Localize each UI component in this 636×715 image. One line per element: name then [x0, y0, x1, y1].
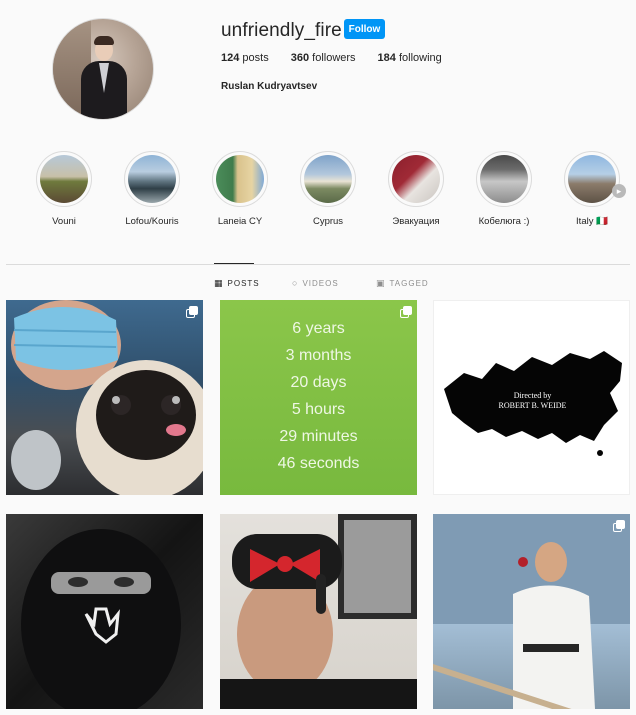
- post-bow-hat-selfie[interactable]: [220, 514, 417, 709]
- highlight-lofou-kouris[interactable]: Lofou/Kouris: [117, 151, 187, 227]
- tag-icon: ▣: [376, 278, 386, 288]
- play-icon: ○: [292, 278, 299, 288]
- post-pug-mask[interactable]: [6, 300, 203, 495]
- highlight-kobelyuga[interactable]: Кобелюга :): [469, 151, 539, 227]
- post-masked-person[interactable]: [6, 514, 203, 709]
- highlight-laneia-cy[interactable]: Laneia CY: [205, 151, 275, 227]
- countdown-line: 46 seconds: [277, 455, 360, 472]
- profile-stats: 124 posts 360 followers 184 following: [221, 52, 464, 64]
- post-image: [220, 514, 417, 709]
- carousel-icon: [613, 520, 625, 532]
- highlight-vouni[interactable]: Vouni: [29, 151, 99, 227]
- highlight-evacuation[interactable]: Эвакуация: [381, 151, 451, 227]
- chevron-right-icon[interactable]: ▸: [612, 184, 626, 198]
- countdown-line: 20 days: [290, 374, 347, 391]
- tab-posts[interactable]: ▦ POSTS: [214, 278, 260, 289]
- post-image: [433, 514, 630, 709]
- countdown-line: 6 years: [292, 320, 345, 337]
- active-tab-indicator: [214, 263, 254, 264]
- followers-stat[interactable]: 360 followers: [291, 52, 356, 64]
- countdown-line: 5 hours: [291, 401, 346, 418]
- follow-button[interactable]: Follow: [344, 19, 385, 39]
- highlight-thumbnail: [480, 155, 528, 203]
- countdown-line: 3 months: [285, 347, 352, 364]
- carousel-icon: [400, 306, 412, 318]
- tab-tagged[interactable]: ▣ TAGGED: [376, 278, 429, 289]
- highlight-thumbnail: [304, 155, 352, 203]
- following-stat[interactable]: 184 following: [378, 52, 442, 64]
- profile-username: unfriendly_fire: [221, 20, 342, 41]
- tab-videos[interactable]: ○ VIDEOS: [292, 278, 339, 288]
- post-russia-map[interactable]: Directed by ROBERT B. WEIDE: [433, 300, 630, 495]
- highlight-thumbnail: [392, 155, 440, 203]
- post-image: [11, 300, 203, 495]
- credit-text: Directed by ROBERT B. WEIDE: [498, 391, 567, 410]
- highlight-thumbnail: [568, 155, 616, 203]
- profile-avatar[interactable]: [52, 18, 154, 120]
- post-wolf-of-wall-street[interactable]: [433, 514, 630, 709]
- grid-icon: ▦: [214, 278, 224, 288]
- profile-full-name: Ruslan Kudryavtsev: [221, 81, 318, 92]
- highlight-thumbnail: [128, 155, 176, 203]
- posts-stat: 124 posts: [221, 52, 269, 64]
- highlight-cyprus[interactable]: Cyprus: [293, 151, 363, 227]
- post-image: [21, 529, 181, 709]
- story-highlights: Vouni Lofou/Kouris Laneia CY Cyprus Эвак…: [0, 151, 636, 231]
- countdown-line: 29 minutes: [279, 428, 358, 445]
- post-countdown[interactable]: 6 years 3 months 20 days 5 hours 29 minu…: [220, 300, 417, 495]
- highlight-thumbnail: [216, 155, 264, 203]
- highlight-thumbnail: [40, 155, 88, 203]
- tabs-divider: [6, 264, 630, 265]
- carousel-icon: [186, 306, 198, 318]
